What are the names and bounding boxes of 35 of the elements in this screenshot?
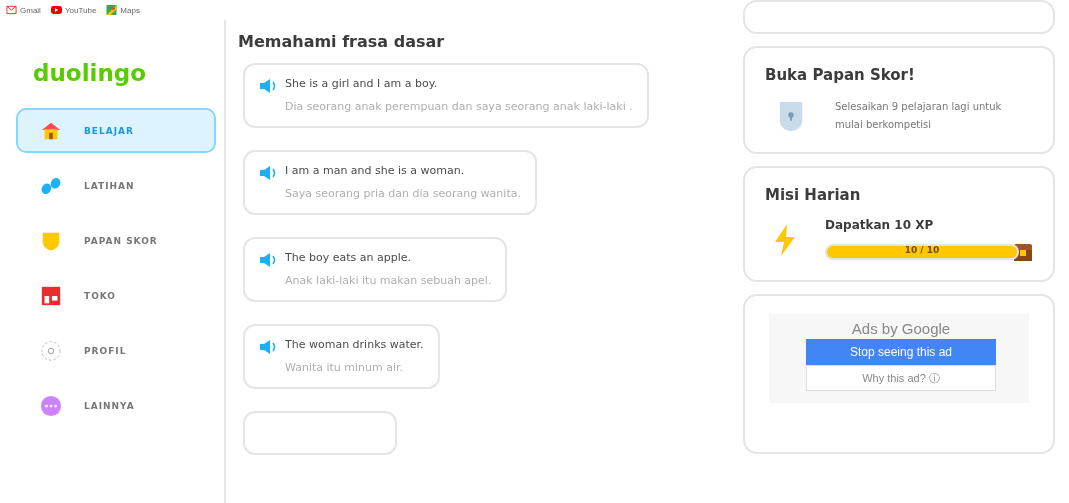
lightning-icon: [773, 223, 797, 257]
why-ad-button[interactable]: Why this ad? ⓘ: [806, 365, 996, 391]
phrase-translation: Anak laki-laki itu makan sebuah apel.: [285, 273, 492, 289]
mail-icon: [6, 5, 17, 15]
quest-task: Dapatkan 10 XP: [825, 218, 935, 232]
leaderboard-message: Selesaikan 9 pelajaran lagi untuk mulai berkompetisi: [835, 100, 1003, 132]
phrase-text: The woman drinks water.: [285, 338, 424, 351]
phrase-text: The boy eats an apple.: [285, 251, 412, 264]
nav-item[interactable]: PAPAN SKOR: [16, 218, 216, 263]
bookmark-link[interactable]: YouTube: [50, 5, 97, 15]
bookmark-link[interactable]: Gmail: [6, 5, 41, 15]
nav-item[interactable]: LATIHAN: [16, 163, 216, 208]
phrase-translation: Wanita itu minum air.: [285, 360, 405, 376]
map-icon: [106, 5, 118, 15]
shop-icon: [40, 284, 62, 307]
nav-item[interactable]: TOKO: [16, 273, 216, 318]
card-title: Buka Papan Skor!: [765, 66, 916, 84]
chest-icon: [1013, 242, 1033, 262]
nav-item[interactable]: PROFIL: [16, 328, 216, 373]
nav-item[interactable]: LAINNYA: [16, 383, 216, 428]
phrase-text: I am a man and she is a woman.: [285, 164, 466, 177]
play-icon: [50, 5, 62, 15]
section-title: Memahami frasa dasar: [238, 32, 446, 51]
nav-item[interactable]: BELAJAR: [16, 108, 216, 153]
ad-label: Ads by Google: [851, 320, 951, 337]
phrase-translation: Saya seorang pria dan dia seorang wanita.: [285, 186, 521, 202]
card-title: Misi Harian: [765, 186, 862, 204]
bookmark-link[interactable]: Maps: [106, 5, 140, 15]
locked-shield-icon: [777, 99, 805, 133]
profile-circle-icon: [40, 339, 62, 362]
progress-reading: 10 / 10: [903, 245, 941, 255]
more-icon: [40, 394, 62, 417]
phrase-text: She is a girl and I am a boy.: [285, 77, 439, 90]
phrase-translation: Dia seorang anak perempuan dan saya seorang anak laki-laki .: [285, 99, 633, 115]
stop-ad-button[interactable]: Stop seeing this ad: [806, 339, 996, 365]
